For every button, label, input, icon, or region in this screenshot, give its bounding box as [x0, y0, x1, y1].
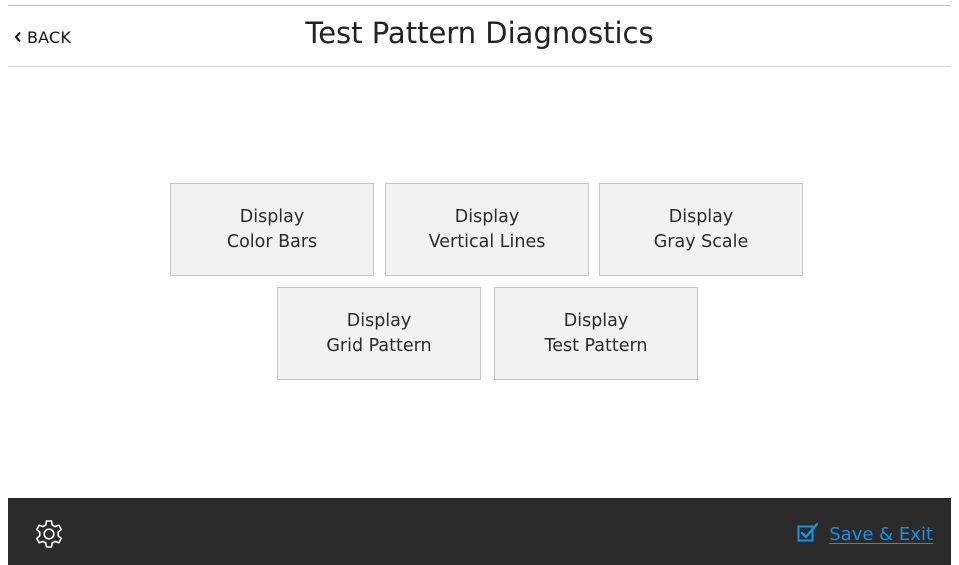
button-label-line2: Test Pattern: [544, 335, 648, 356]
button-label-line1: Display: [563, 310, 629, 331]
button-label-line1: Display: [239, 206, 305, 227]
header-divider: [8, 66, 951, 67]
top-divider: [8, 5, 951, 6]
display-grid-pattern-button[interactable]: Display Grid Pattern: [277, 287, 481, 380]
gear-icon[interactable]: [33, 518, 65, 550]
button-label-line1: Display: [668, 206, 734, 227]
button-label-line2: Vertical Lines: [428, 231, 546, 252]
display-vertical-lines-button[interactable]: Display Vertical Lines: [385, 183, 589, 276]
display-color-bars-button[interactable]: Display Color Bars: [170, 183, 374, 276]
save-exit-label: Save & Exit: [829, 524, 933, 545]
button-label-line2: Gray Scale: [653, 231, 749, 252]
footer-bar: Save & Exit: [8, 498, 951, 565]
page-title: Test Pattern Diagnostics: [305, 16, 654, 50]
button-label-line1: Display: [454, 206, 520, 227]
checkbox-checked-icon: [797, 522, 819, 547]
button-label-line2: Color Bars: [226, 231, 318, 252]
button-label-line2: Grid Pattern: [326, 335, 432, 356]
display-gray-scale-button[interactable]: Display Gray Scale: [599, 183, 803, 276]
display-test-pattern-button[interactable]: Display Test Pattern: [494, 287, 698, 380]
button-label-line1: Display: [346, 310, 412, 331]
save-exit-button[interactable]: Save & Exit: [797, 522, 933, 547]
